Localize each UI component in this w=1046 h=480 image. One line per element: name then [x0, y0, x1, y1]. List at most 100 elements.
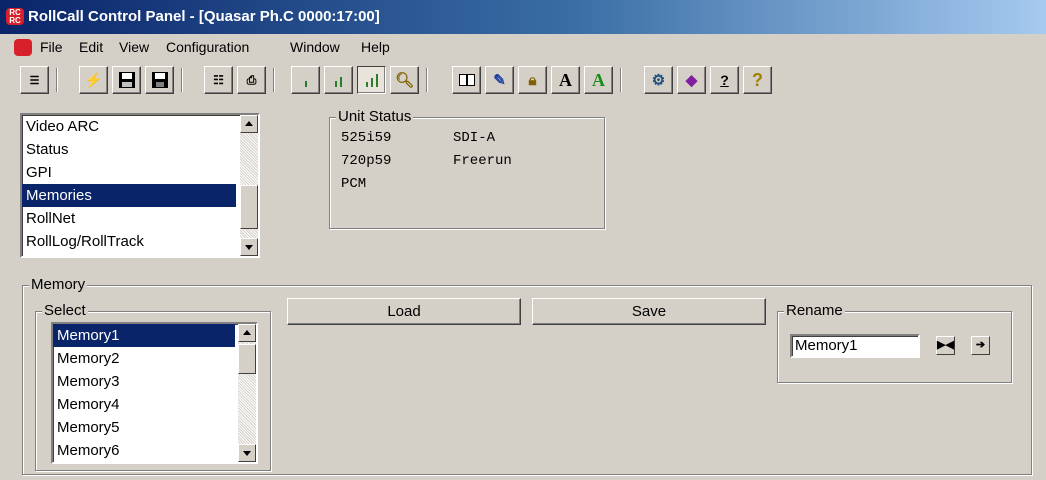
book-icon: [458, 74, 475, 86]
unit-status-legend: Unit Status: [336, 108, 414, 126]
menu-view[interactable]: View: [119, 39, 149, 55]
level1-button[interactable]: [291, 66, 320, 94]
memory-item-3[interactable]: Memory3: [53, 370, 256, 393]
help-book-icon: ◆: [685, 72, 698, 89]
toolbar: ☰ ⚡ ☷ ⎙ 🔍︎ ✎ 🔒︎ A A ⚙ ◆ ? ?: [0, 62, 1046, 100]
open-button[interactable]: [112, 66, 141, 94]
font-a-icon: A: [559, 69, 572, 90]
scroll-thumb[interactable]: [238, 344, 256, 374]
print-setup-button[interactable]: ☷: [204, 66, 233, 94]
status-input: SDI-A: [453, 130, 496, 146]
menu-configuration[interactable]: Configuration: [166, 39, 249, 55]
connect-button[interactable]: ☰: [20, 66, 49, 94]
menu-file[interactable]: File: [40, 39, 63, 55]
about-icon: ?: [720, 72, 729, 88]
window-title: RollCall Control Panel - [Quasar Ph.C 00…: [28, 8, 380, 25]
select-group: Select Memory1 Memory2 Memory3 Memory4 M…: [35, 302, 271, 471]
title-bar[interactable]: RC RC RollCall Control Panel - [Quasar Ph…: [0, 0, 1046, 34]
find-button[interactable]: 🔍︎: [390, 66, 419, 94]
menu-window[interactable]: Window: [290, 39, 340, 55]
lock-button[interactable]: 🔒︎: [518, 66, 547, 94]
scroll-down-button[interactable]: [238, 444, 256, 462]
toolbar-separator: [620, 68, 622, 92]
memory-item-4[interactable]: Memory4: [53, 393, 256, 416]
help-book-button[interactable]: ◆: [677, 66, 706, 94]
status-reference-format: 720p59: [341, 153, 392, 169]
rename-apply-button[interactable]: ➔: [971, 336, 990, 355]
nav-listbox[interactable]: Video ARC Status GPI Memories RollNet Ro…: [20, 113, 260, 258]
menu-help[interactable]: Help: [361, 39, 390, 55]
memory-item-6[interactable]: Memory6: [53, 439, 256, 462]
memory-scrollbar[interactable]: [238, 324, 256, 462]
load-button[interactable]: Load: [287, 298, 521, 325]
memory-item-1[interactable]: Memory1: [53, 324, 235, 347]
document-menu-icon[interactable]: [14, 39, 32, 56]
nav-scrollbar[interactable]: [240, 115, 258, 256]
level1-icon: [304, 81, 307, 87]
scroll-down-button[interactable]: [240, 238, 258, 256]
arrow-right-icon: ➔: [975, 339, 986, 351]
flash-button[interactable]: ⚡: [79, 66, 108, 94]
scroll-up-button[interactable]: [238, 324, 256, 342]
whats-this-button[interactable]: ?: [743, 66, 772, 94]
print-setup-icon: ☷: [213, 73, 224, 87]
memory-item-2[interactable]: Memory2: [53, 347, 256, 370]
memory-item-5[interactable]: Memory5: [53, 416, 256, 439]
lock-icon: 🔒︎: [528, 71, 537, 89]
unit-status-group: Unit Status 525i59 SDI-A 720p59 Freerun …: [329, 108, 605, 229]
find-icon: 🔍︎: [394, 72, 415, 89]
scroll-down-icon: [245, 245, 253, 250]
about-button[interactable]: ?: [710, 66, 739, 94]
font-a-button[interactable]: A: [551, 66, 580, 94]
connect-icon: ☰: [29, 74, 40, 87]
level2-button[interactable]: [324, 66, 353, 94]
toolbar-separator: [426, 68, 428, 92]
print-icon: ⎙: [246, 72, 257, 87]
nav-item-rolllog-rolltrack[interactable]: RollLog/RollTrack: [22, 230, 258, 253]
status-video-format: 525i59: [341, 130, 392, 146]
nav-item-rollnet[interactable]: RollNet: [22, 207, 258, 230]
save-button[interactable]: [145, 66, 174, 94]
edit-button[interactable]: ✎: [485, 66, 514, 94]
scroll-up-icon: [243, 330, 251, 335]
clear-icon: ▶◀: [937, 339, 954, 351]
main-panel: Video ARC Status GPI Memories RollNet Ro…: [0, 100, 1046, 480]
nav-item-video-arc[interactable]: Video ARC: [22, 115, 258, 138]
scroll-up-button[interactable]: [240, 115, 258, 133]
level3-button[interactable]: [357, 66, 386, 94]
rename-clear-button[interactable]: ▶◀: [936, 336, 955, 355]
level2-icon: [334, 77, 342, 87]
nav-item-gpi[interactable]: GPI: [22, 161, 258, 184]
scroll-down-icon: [243, 451, 251, 456]
memory-legend: Memory: [29, 276, 88, 294]
select-legend: Select: [42, 302, 88, 320]
book-button[interactable]: [452, 66, 481, 94]
status-reference: Freerun: [453, 153, 512, 169]
font-a-green-icon: A: [592, 69, 605, 90]
save-icon: [151, 72, 168, 88]
network-button[interactable]: ⚙: [644, 66, 673, 94]
level3-icon: [365, 74, 378, 87]
print-button[interactable]: ⎙: [237, 66, 266, 94]
nav-item-memories[interactable]: Memories: [22, 184, 236, 207]
whats-this-icon: ?: [752, 69, 763, 90]
nav-item-status[interactable]: Status: [22, 138, 258, 161]
rename-input[interactable]: Memory1: [790, 334, 920, 358]
menu-bar: File Edit View Configuration Window Help: [0, 34, 1046, 62]
menu-edit[interactable]: Edit: [79, 39, 103, 55]
scroll-thumb[interactable]: [240, 185, 258, 229]
toolbar-separator: [56, 68, 58, 92]
open-icon: [118, 72, 135, 88]
font-a-green-button[interactable]: A: [584, 66, 613, 94]
toolbar-separator: [273, 68, 275, 92]
memory-group: Memory Select Memory1 Memory2 Memory3 Me…: [22, 276, 1032, 475]
network-icon: ⚙: [651, 72, 666, 89]
edit-icon: ✎: [493, 72, 506, 89]
rename-legend: Rename: [784, 302, 845, 320]
memory-listbox[interactable]: Memory1 Memory2 Memory3 Memory4 Memory5 …: [51, 322, 258, 464]
status-audio: PCM: [341, 176, 367, 192]
rollcall-app-icon[interactable]: RC RC: [6, 8, 24, 25]
toolbar-separator: [181, 68, 183, 92]
save-memory-button[interactable]: Save: [532, 298, 766, 325]
scroll-up-icon: [245, 121, 253, 126]
